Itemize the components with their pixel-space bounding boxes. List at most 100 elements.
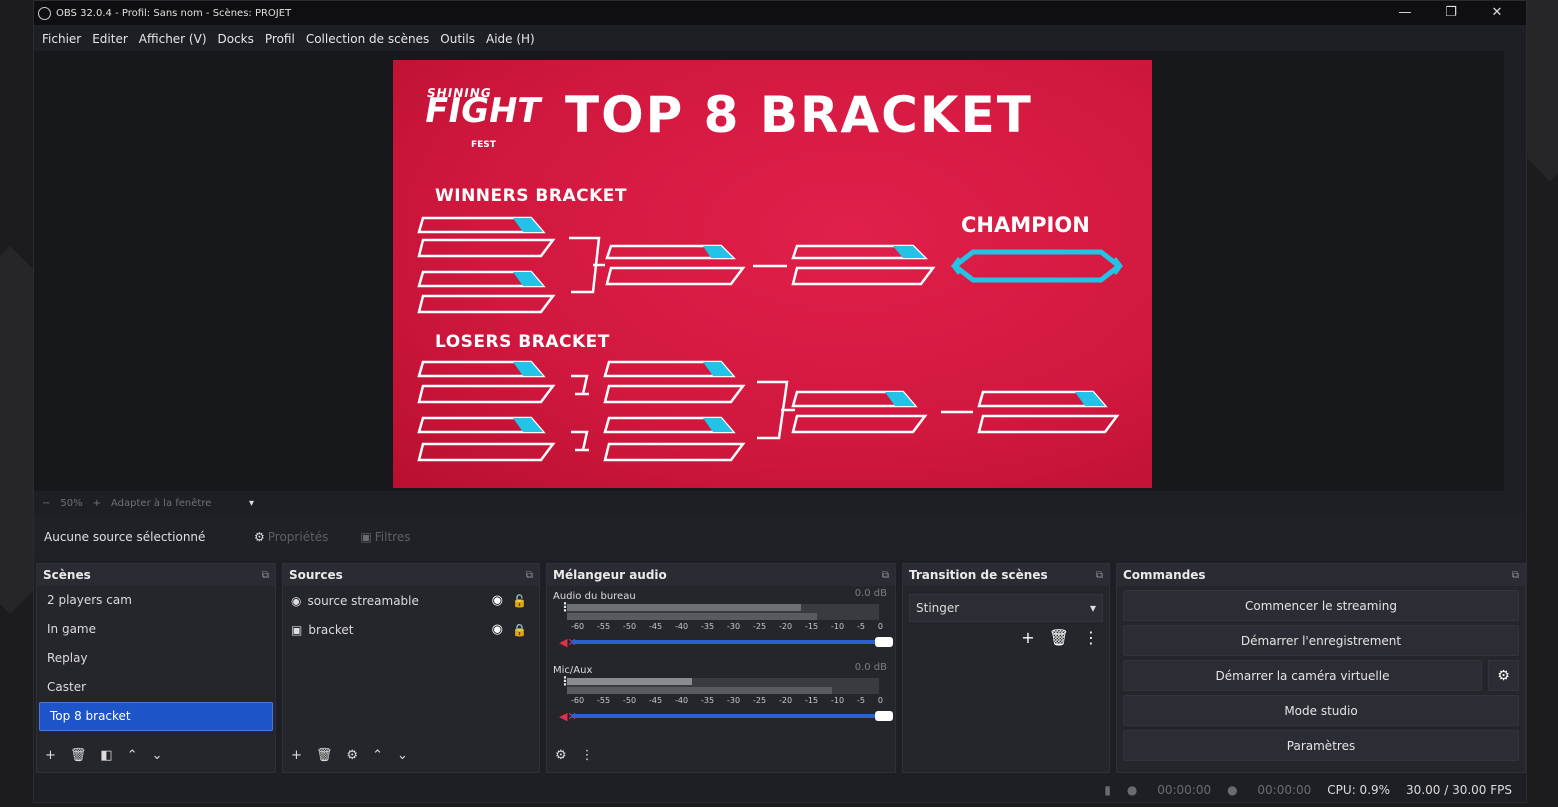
zoom-level: 50%: [60, 497, 83, 509]
mixer-title: Mélangeur audio: [553, 568, 667, 582]
remove-scene-button[interactable]: 🗑: [70, 748, 87, 763]
transition-menu-button[interactable]: ⋮: [1083, 628, 1099, 647]
sources-dock: Sources ⧉ ◉ source streamable ◉ 🔓 ▣ brac…: [282, 563, 540, 773]
menu-scene-collection[interactable]: Collection de scènes: [306, 32, 429, 46]
move-scene-up-button[interactable]: ⌃: [127, 748, 138, 763]
title-bar: OBS 32.0.4 - Profil: Sans nom - Scènes: …: [34, 1, 1526, 25]
fps-display: 30.00 / 30.00 FPS: [1406, 783, 1512, 797]
preview-canvas[interactable]: SHINING FIGHT FEST TOP 8 BRACKET WINNERS…: [393, 60, 1152, 488]
source-item[interactable]: ▣ bracket ◉ 🔒: [283, 615, 539, 644]
audio-mixer-dock: Mélangeur audio ⧉ Audio du bureau 0.0 dB…: [546, 563, 896, 773]
move-source-down-button[interactable]: ⌄: [397, 748, 408, 763]
menu-help[interactable]: Aide (H): [486, 32, 535, 46]
menu-edit[interactable]: Editer: [92, 32, 128, 46]
eye-icon[interactable]: ◉: [492, 622, 503, 637]
menu-docks[interactable]: Docks: [218, 32, 254, 46]
image-icon: ▣: [291, 622, 303, 637]
close-button[interactable]: ✕: [1474, 1, 1520, 25]
no-source-label: Aucune source sélectionné: [44, 530, 206, 544]
controls-title: Commandes: [1123, 568, 1206, 582]
scenes-dock: Scènes ⧉ 2 players cam In game Replay Ca…: [36, 563, 276, 773]
remove-source-button[interactable]: 🗑: [316, 748, 333, 763]
add-transition-button[interactable]: +: [1021, 628, 1034, 647]
network-icon: ▮: [1104, 783, 1111, 797]
scene-filters-button[interactable]: ◧: [100, 748, 112, 763]
scene-item[interactable]: Replay: [37, 644, 275, 673]
filter-icon: ▣: [360, 530, 372, 544]
maximize-button[interactable]: ❐: [1428, 1, 1474, 25]
menu-view[interactable]: Afficher (V): [139, 32, 207, 46]
scenes-title: Scènes: [43, 568, 91, 582]
transition-select[interactable]: Stinger ▾: [909, 594, 1103, 622]
menu-profile[interactable]: Profil: [265, 32, 295, 46]
mixer-channel: Mic/Aux 0.0 dB ⋮ -60 -55 -50 -45 -40 -35 -30…: [547, 660, 895, 734]
menu-file[interactable]: Fichier: [42, 32, 81, 46]
virtual-camera-settings-button[interactable]: ⚙: [1488, 660, 1519, 691]
fit-to-window-select[interactable]: Adapter à la fenêtre: [111, 498, 239, 509]
zoom-out-button[interactable]: −: [42, 498, 50, 509]
volume-slider[interactable]: [571, 637, 893, 647]
gear-icon: ⚙: [1497, 667, 1510, 684]
zoom-bar: − 50% + Adapter à la fenêtre ▾: [34, 493, 1504, 513]
transitions-title: Transition de scènes: [909, 568, 1048, 582]
properties-button[interactable]: ⚙ Propriétés: [254, 530, 328, 544]
bracket-graphic: [417, 216, 1124, 462]
mixer-channel: Audio du bureau 0.0 dB ⋮ -60 -55 -50 -45 -4…: [547, 586, 895, 660]
lock-icon[interactable]: 🔒: [512, 623, 527, 637]
undock-icon[interactable]: ⧉: [882, 570, 889, 581]
source-name: bracket: [308, 622, 354, 637]
start-virtual-camera-button[interactable]: Démarrer la caméra virtuelle: [1123, 660, 1482, 691]
source-item[interactable]: ◉ source streamable ◉ 🔓: [283, 586, 539, 615]
undock-icon[interactable]: ⧉: [1512, 570, 1519, 581]
move-scene-down-button[interactable]: ⌄: [152, 748, 163, 763]
start-recording-button[interactable]: Démarrer l'enregistrement: [1123, 625, 1519, 656]
sources-title: Sources: [289, 568, 343, 582]
undock-icon[interactable]: ⧉: [1096, 570, 1103, 581]
filters-button[interactable]: ▣ Filtres: [360, 530, 410, 544]
scene-item[interactable]: Caster: [37, 673, 275, 702]
scene-item-selected[interactable]: Top 8 bracket: [39, 702, 273, 731]
move-source-up-button[interactable]: ⌃: [372, 748, 383, 763]
menu-tools[interactable]: Outils: [440, 32, 475, 46]
start-streaming-button[interactable]: Commencer le streaming: [1123, 590, 1519, 621]
remove-transition-button[interactable]: 🗑: [1049, 628, 1069, 647]
stream-time: ● 00:00:00: [1126, 783, 1212, 797]
status-bar: ▮ ● 00:00:00 ● 00:00:00 CPU: 0.9% 30.00 …: [34, 777, 1526, 803]
volume-meter: [567, 604, 879, 620]
obs-window: OBS 32.0.4 - Profil: Sans nom - Scènes: …: [33, 0, 1527, 803]
chevron-down-icon: ▾: [1089, 601, 1096, 615]
undock-icon[interactable]: ⧉: [262, 570, 269, 581]
meter-scale: -60 -55 -50 -45 -40 -35 -30 -25 -20 -15 -10 -5 0: [571, 696, 883, 705]
settings-button[interactable]: Paramètres: [1123, 730, 1519, 761]
mixer-menu-button[interactable]: ⋮: [581, 748, 594, 763]
volume-slider[interactable]: [571, 711, 893, 721]
transitions-dock: Transition de scènes ⧉ Stinger ▾ + 🗑 ⋮: [902, 563, 1110, 773]
undock-icon[interactable]: ⧉: [526, 570, 533, 581]
channel-db: 0.0 dB: [854, 662, 887, 673]
minimize-button[interactable]: —: [1382, 1, 1428, 25]
globe-icon: ◉: [291, 593, 302, 608]
source-name: source streamable: [307, 593, 419, 608]
eye-icon[interactable]: ◉: [492, 593, 503, 608]
cpu-usage: CPU: 0.9%: [1327, 783, 1391, 797]
source-properties-button[interactable]: ⚙: [346, 748, 358, 763]
channel-db: 0.0 dB: [854, 588, 887, 599]
volume-slider-handle[interactable]: [875, 637, 893, 647]
chevron-down-icon[interactable]: ▾: [249, 498, 254, 509]
volume-slider-handle[interactable]: [875, 711, 893, 721]
context-bar: Aucune source sélectionné ⚙ Propriétés ▣…: [34, 515, 1522, 559]
zoom-in-button[interactable]: +: [93, 498, 101, 509]
record-time: ● 00:00:00: [1227, 783, 1312, 797]
meter-scale: -60 -55 -50 -45 -40 -35 -30 -25 -20 -15 -10 -5 0: [571, 622, 883, 631]
mixer-settings-icon[interactable]: ⚙: [555, 748, 567, 763]
scene-item[interactable]: 2 players cam: [37, 586, 275, 615]
studio-mode-button[interactable]: Mode studio: [1123, 695, 1519, 726]
menu-bar: Fichier Editer Afficher (V) Docks Profil…: [34, 27, 1526, 51]
scene-item[interactable]: In game: [37, 615, 275, 644]
add-source-button[interactable]: +: [291, 748, 302, 763]
add-scene-button[interactable]: +: [45, 748, 56, 763]
window-title: OBS 32.0.4 - Profil: Sans nom - Scènes: …: [56, 7, 292, 19]
preview-area[interactable]: SHINING FIGHT FEST TOP 8 BRACKET WINNERS…: [34, 51, 1504, 491]
gear-icon: ⚙: [254, 530, 265, 544]
unlocked-icon[interactable]: 🔓: [512, 594, 527, 608]
